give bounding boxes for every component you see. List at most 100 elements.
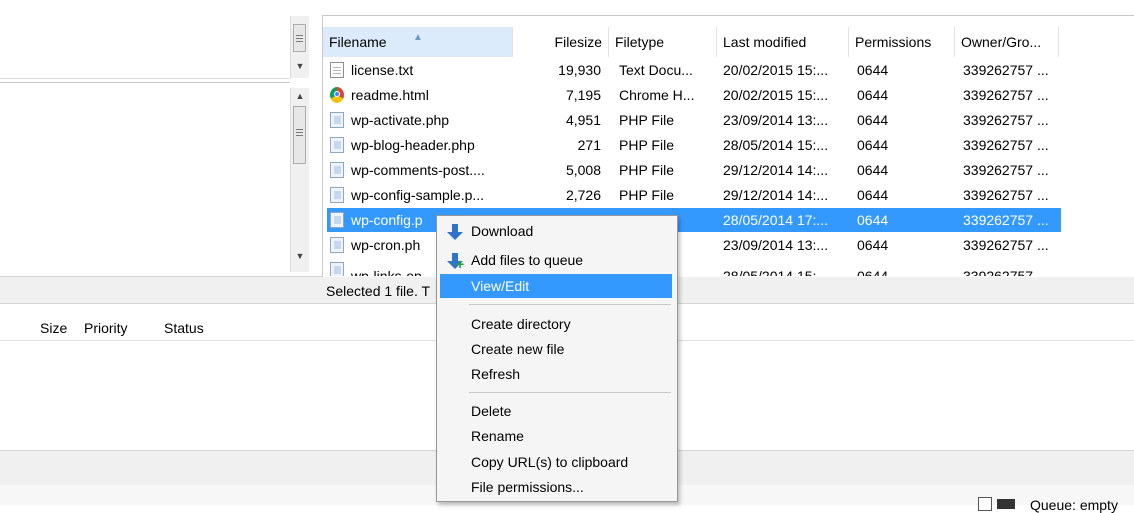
file-permissions: 0644 <box>857 87 889 103</box>
file-row[interactable]: readme.html 7,195 Chrome H... 20/02/2015… <box>327 83 1061 107</box>
sort-ascending-icon: ▲ <box>413 32 423 43</box>
column-header-filetype[interactable]: Filetype <box>609 27 717 57</box>
file-size: 5,008 <box>565 162 601 178</box>
file-size: 2,726 <box>565 187 601 203</box>
text-file-icon <box>978 497 992 511</box>
text-file-icon <box>330 62 344 78</box>
file-owner: 339262757 ... <box>963 237 1049 253</box>
scroll-thumb[interactable] <box>293 24 306 52</box>
queue-column-status[interactable]: Status <box>164 316 204 340</box>
file-row[interactable]: wp-config-sample.p... 2,726 PHP File 29/… <box>327 183 1061 207</box>
menu-item-rename[interactable]: Rename <box>440 424 672 448</box>
add-to-queue-icon: + <box>447 253 464 271</box>
file-row[interactable]: wp-comments-post.... 5,008 PHP File 29/1… <box>327 158 1061 182</box>
file-row[interactable]: wp-blog-header.php 271 PHP File 28/05/20… <box>327 133 1061 157</box>
column-header-owner-group[interactable]: Owner/Gro... <box>955 27 1059 57</box>
column-header-filesize[interactable]: Filesize <box>513 27 609 57</box>
file-owner: 339262757 ... <box>963 268 1049 276</box>
file-owner: 339262757 ... <box>963 137 1049 153</box>
php-file-icon <box>330 162 344 178</box>
local-tree-pane <box>0 0 290 79</box>
file-permissions: 0644 <box>857 112 889 128</box>
menu-item-label: View/Edit <box>471 278 530 294</box>
php-file-icon <box>330 262 344 276</box>
file-type: Chrome H... <box>619 87 695 103</box>
file-owner: 339262757 ... <box>963 187 1049 203</box>
file-modified: 29/12/2014 14:... <box>723 187 829 203</box>
scroll-down-arrow-icon[interactable]: ▼ <box>291 248 309 264</box>
remote-status-text: Selected 1 file. T <box>326 283 431 299</box>
file-name: wp-config-sample.p... <box>351 187 485 203</box>
file-modified: 28/05/2014 15:... <box>723 268 829 276</box>
file-size: 271 <box>577 137 601 153</box>
menu-item-label: Refresh <box>471 366 521 382</box>
menu-item-copy-url[interactable]: Copy URL(s) to clipboard <box>440 450 672 474</box>
file-list-header: Filename ▲ Filesize Filetype Last modifi… <box>323 27 1134 57</box>
file-permissions: 0644 <box>857 162 889 178</box>
scroll-thumb[interactable] <box>293 106 306 164</box>
scroll-down-arrow-icon[interactable]: ▼ <box>291 58 309 74</box>
file-modified: 28/05/2014 17:... <box>723 212 829 228</box>
menu-item-add-to-queue[interactable]: + Add files to queue <box>440 248 672 272</box>
column-header-label: Owner/Gro... <box>961 34 1042 50</box>
menu-item-download[interactable]: Download <box>440 219 672 243</box>
php-file-icon <box>330 187 344 203</box>
php-file-icon <box>330 237 344 253</box>
php-file-icon <box>330 112 344 128</box>
file-permissions: 0644 <box>857 187 889 203</box>
menu-item-delete[interactable]: Delete <box>440 399 672 423</box>
menu-item-refresh[interactable]: Refresh <box>440 362 672 386</box>
file-modified: 23/09/2014 13:... <box>723 112 829 128</box>
file-owner: 339262757 ... <box>963 112 1049 128</box>
php-file-icon <box>330 212 344 228</box>
menu-item-label: Download <box>471 223 534 239</box>
column-header-permissions[interactable]: Permissions <box>849 27 955 57</box>
menu-item-view-edit[interactable]: View/Edit <box>440 274 672 298</box>
file-modified: 20/02/2015 15:... <box>723 87 829 103</box>
file-permissions: 0644 <box>857 137 889 153</box>
scroll-up-arrow-icon[interactable]: ▲ <box>291 88 309 104</box>
menu-item-label: Create new file <box>471 341 565 357</box>
file-modified: 28/05/2014 15:... <box>723 137 829 153</box>
menu-item-create-new-file[interactable]: Create new file <box>440 337 672 361</box>
binary-mode-icon <box>997 499 1015 509</box>
column-header-label: Last modified <box>723 34 807 50</box>
queue-column-size[interactable]: Size <box>40 316 67 340</box>
menu-item-label: Copy URL(s) to clipboard <box>471 454 629 470</box>
file-size: 7,195 <box>565 87 601 103</box>
local-tree-scrollbar[interactable]: ▼ <box>290 16 309 78</box>
menu-item-create-directory[interactable]: Create directory <box>440 312 672 336</box>
file-row[interactable]: wp-activate.php 4,951 PHP File 23/09/201… <box>327 108 1061 132</box>
file-permissions: 0644 <box>857 237 889 253</box>
column-header-label: Permissions <box>855 34 932 50</box>
file-size: 19,930 <box>558 62 601 78</box>
pane-divider[interactable] <box>0 82 290 91</box>
local-list-scrollbar[interactable]: ▲ ▼ <box>290 88 309 272</box>
file-name: license.txt <box>351 62 414 78</box>
file-owner: 339262757 ... <box>963 62 1049 78</box>
column-header-last-modified[interactable]: Last modified <box>717 27 849 57</box>
menu-item-label: File permissions... <box>471 479 584 495</box>
file-permissions: 0644 <box>857 212 889 228</box>
file-type: PHP File <box>619 137 674 153</box>
file-modified: 23/09/2014 13:... <box>723 237 829 253</box>
column-header-filename[interactable]: Filename ▲ <box>323 27 513 57</box>
menu-item-label: Rename <box>471 428 524 444</box>
download-arrow-icon <box>447 224 464 240</box>
file-type: PHP File <box>619 187 674 203</box>
file-size: 4,951 <box>565 112 601 128</box>
file-type: PHP File <box>619 112 674 128</box>
column-header-label: Filetype <box>615 34 665 50</box>
queue-column-priority[interactable]: Priority <box>84 316 128 340</box>
menu-separator <box>469 304 671 305</box>
file-type: Text Docu... <box>619 62 693 78</box>
column-header-label: Filesize <box>554 34 602 50</box>
file-permissions: 0644 <box>857 62 889 78</box>
menu-item-label: Create directory <box>471 316 571 332</box>
file-row[interactable]: license.txt 19,930 Text Docu... 20/02/20… <box>327 58 1061 82</box>
menu-separator <box>469 392 671 393</box>
menu-item-label: Delete <box>471 403 512 419</box>
queue-status-text: Queue: empty <box>1030 497 1118 513</box>
menu-item-file-permissions[interactable]: File permissions... <box>440 475 672 499</box>
local-status-bar <box>0 276 322 304</box>
